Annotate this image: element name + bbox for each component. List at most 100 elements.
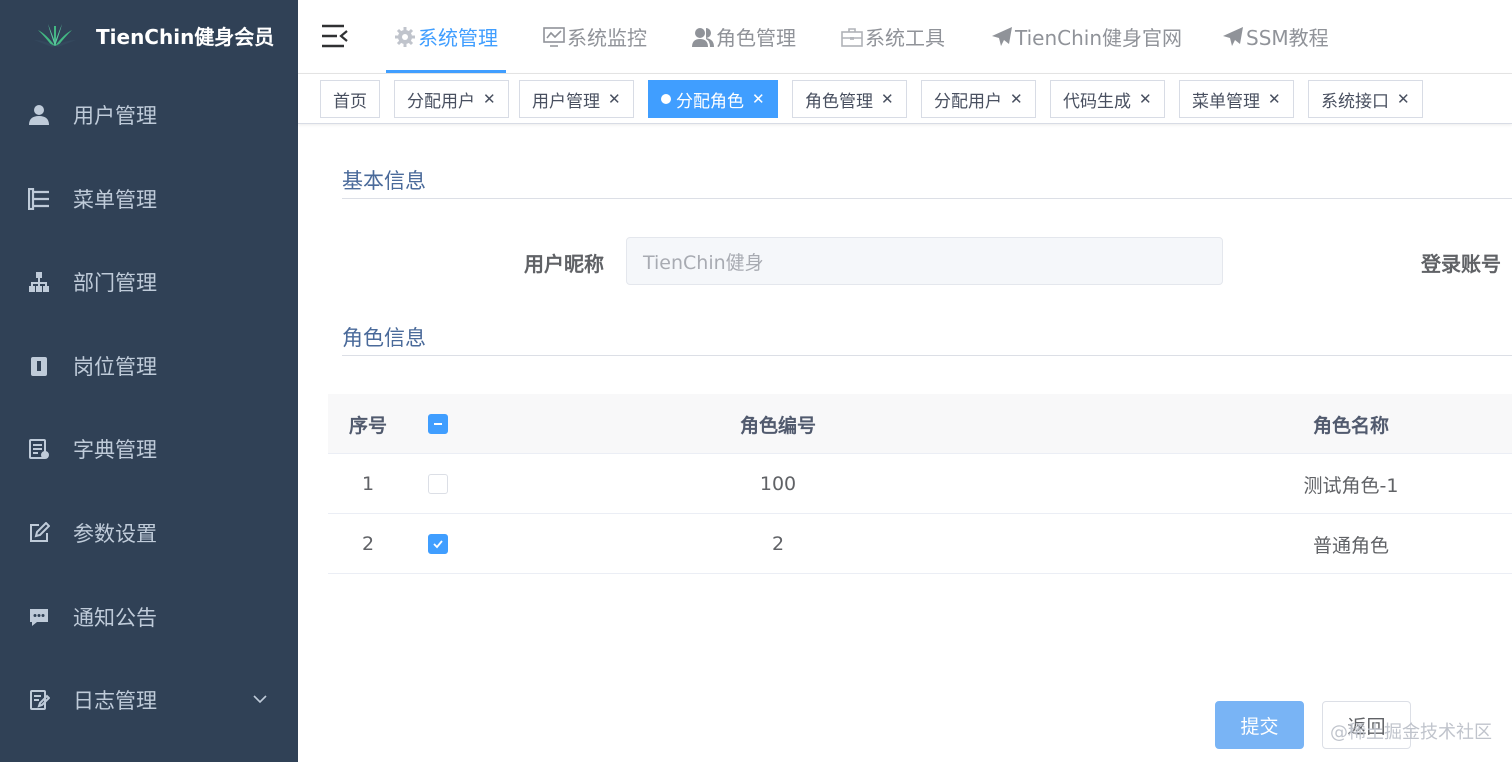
topnav-label: TienChin健身官网	[1015, 26, 1183, 50]
sidebar-item-label: 字典管理	[73, 438, 157, 462]
sidebar-item-menus[interactable]: 菜单管理	[0, 157, 298, 241]
sidebar-item-label: 日志管理	[73, 689, 157, 713]
row-role-code: 2	[771, 533, 785, 555]
paper-plane-icon	[992, 26, 1012, 46]
gear-icon	[395, 26, 415, 47]
submit-button[interactable]: 提交	[1215, 701, 1304, 749]
tag-label: 角色管理	[805, 91, 873, 112]
row-checkbox[interactable]	[418, 454, 458, 514]
sidebar-item-users[interactable]: 用户管理	[0, 73, 298, 157]
tag-label: 分配用户	[934, 91, 1002, 112]
close-icon[interactable]: ✕	[1397, 90, 1410, 108]
topnav-ssm-tutorial[interactable]: SSM教程	[1222, 0, 1329, 73]
tags-view: 首页 分配用户 ✕ 用户管理 ✕ 分配角色 ✕ 角色管理 ✕ 分配用户 ✕ 代码生成 ✕ 菜…	[298, 74, 1512, 124]
sidebar-item-logs[interactable]: 日志管理	[0, 658, 298, 742]
dict-icon	[26, 436, 52, 462]
sidebar-item-dicts[interactable]: 字典管理	[0, 407, 298, 491]
topnav-system[interactable]: 系统管理	[386, 0, 506, 73]
tag-item[interactable]: 代码生成 ✕	[1050, 80, 1165, 118]
tag-item-active[interactable]: 分配角色 ✕	[648, 80, 778, 118]
topnav-monitor[interactable]: 系统监控	[543, 0, 647, 73]
close-icon[interactable]: ✕	[1139, 90, 1152, 108]
topnav-label: 系统工具	[865, 26, 945, 50]
top-navbar: 系统管理 系统监控 角色管理 系统工具 TienChin健身官网 SSM教程	[298, 0, 1512, 74]
org-tree-icon	[26, 269, 52, 295]
tag-label: 首页	[333, 91, 367, 112]
topnav-roles[interactable]: 角色管理	[692, 0, 796, 73]
row-role-name: 普通角色	[1312, 534, 1389, 557]
tree-table-icon	[26, 186, 52, 212]
tag-label: 分配角色	[676, 91, 744, 112]
close-icon[interactable]: ✕	[881, 90, 894, 108]
col-role-code: 角色编号	[739, 414, 816, 437]
sidebar-item-label: 部门管理	[73, 271, 157, 295]
log-icon	[26, 687, 52, 713]
brand[interactable]: TienChin健身会员	[0, 0, 298, 70]
tag-label: 分配用户	[407, 91, 475, 112]
tag-item[interactable]: 菜单管理 ✕	[1179, 80, 1294, 118]
col-index: 序号	[348, 414, 387, 437]
topnav-website[interactable]: TienChin健身官网	[991, 0, 1182, 73]
row-checkbox[interactable]	[418, 514, 458, 574]
sidebar-item-label: 用户管理	[73, 104, 157, 128]
divider	[342, 355, 1512, 356]
sidebar-item-params[interactable]: 参数设置	[0, 491, 298, 575]
checkbox-checked-icon	[428, 534, 448, 554]
topnav-label: 角色管理	[716, 26, 796, 50]
table-row[interactable]: 2 2 普通角色	[328, 514, 1512, 574]
divider	[342, 198, 1512, 199]
tag-label: 菜单管理	[1192, 91, 1260, 112]
tag-item[interactable]: 分配用户 ✕	[921, 80, 1036, 118]
active-dot-icon	[661, 94, 671, 104]
sidebar-item-posts[interactable]: 岗位管理	[0, 324, 298, 408]
brand-title: TienChin健身会员	[96, 24, 275, 49]
account-label: 登录账号	[1421, 252, 1501, 276]
monitor-icon	[543, 26, 565, 47]
edit-icon	[26, 520, 52, 546]
logo-icon	[34, 24, 76, 47]
close-icon[interactable]: ✕	[608, 90, 621, 108]
sidebar-item-label: 菜单管理	[73, 188, 157, 212]
close-icon[interactable]: ✕	[752, 90, 765, 108]
watermark: @稀土掘金技术社区	[1330, 722, 1492, 743]
select-all-checkbox[interactable]	[418, 394, 458, 454]
sidebar-item-label: 通知公告	[73, 606, 157, 630]
sidebar-item-label: 岗位管理	[73, 355, 157, 379]
message-icon	[26, 604, 52, 630]
topnav-label: 系统管理	[418, 26, 498, 50]
tag-label: 代码生成	[1063, 91, 1131, 112]
topnav-tools[interactable]: 系统工具	[841, 0, 945, 73]
table-header: 序号 角色编号 角色名称	[328, 394, 1512, 454]
indeterminate-checkbox-icon	[428, 414, 448, 434]
row-role-name: 测试角色-1	[1303, 474, 1399, 497]
nickname-input[interactable]: TienChin健身	[626, 237, 1223, 285]
tag-item[interactable]: 系统接口 ✕	[1308, 80, 1423, 118]
topnav-label: 系统监控	[567, 26, 647, 50]
row-role-code: 100	[759, 473, 797, 495]
paper-plane-icon	[1223, 26, 1243, 46]
section-title-roles: 角色信息	[342, 326, 426, 350]
tag-home[interactable]: 首页	[320, 80, 380, 118]
peoples-icon	[692, 27, 714, 47]
sidebar-item-notices[interactable]: 通知公告	[0, 575, 298, 659]
hamburger-icon[interactable]	[320, 22, 350, 50]
toolbox-icon	[841, 27, 863, 47]
close-icon[interactable]: ✕	[1010, 90, 1023, 108]
topnav-label: SSM教程	[1246, 26, 1329, 50]
tag-item[interactable]: 分配用户 ✕	[394, 80, 509, 118]
chevron-down-icon[interactable]	[252, 691, 268, 707]
tag-label: 用户管理	[532, 91, 600, 112]
close-icon[interactable]: ✕	[1268, 90, 1281, 108]
role-table: 序号 角色编号 角色名称 1 100 测试角色-1 2 2 普通角色	[328, 394, 1512, 574]
col-role-name: 角色名称	[1312, 414, 1389, 437]
tag-item[interactable]: 用户管理 ✕	[519, 80, 634, 118]
tag-label: 系统接口	[1321, 91, 1389, 112]
close-icon[interactable]: ✕	[483, 90, 496, 108]
sidebar-item-depts[interactable]: 部门管理	[0, 240, 298, 324]
nickname-label: 用户昵称	[524, 252, 604, 276]
tag-item[interactable]: 角色管理 ✕	[792, 80, 907, 118]
post-icon	[26, 353, 52, 379]
user-icon	[26, 102, 52, 128]
section-title-basic: 基本信息	[342, 169, 426, 193]
table-row[interactable]: 1 100 测试角色-1	[328, 454, 1512, 514]
